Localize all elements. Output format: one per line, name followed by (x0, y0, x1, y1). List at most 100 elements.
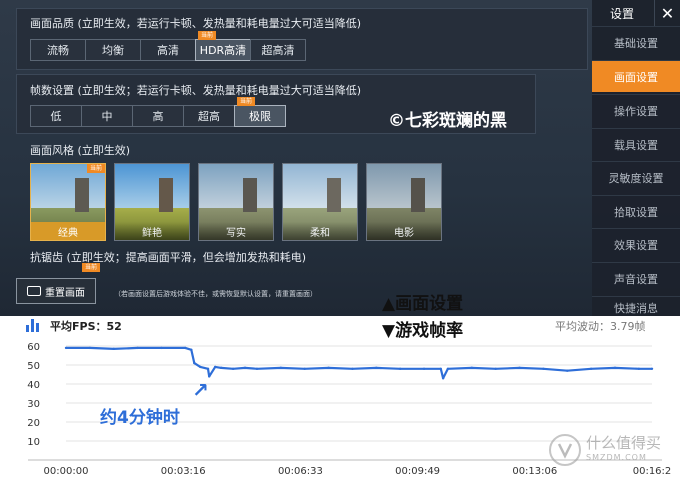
sidebar-item-controls[interactable]: 操作设置 (592, 94, 680, 126)
framerate-label: 帧数设置 (立即生效；若运行卡顿、发热量和耗电量过大可适当降低) (30, 84, 362, 97)
fps-data-point (439, 367, 442, 370)
y-tick-label: 60 (27, 342, 40, 353)
game-settings-screen: 画面品质 (立即生效，若运行卡顿、发热量和耗电量过大可适当降低) 流畅 均衡 高… (0, 0, 680, 316)
framerate-option-ultra[interactable]: 超高 (183, 105, 235, 127)
style-label-film: 电影 (367, 222, 441, 240)
fps-data-point (441, 377, 445, 380)
fps-data-point (566, 369, 569, 372)
x-tick-label: 00:06:33 (278, 466, 323, 477)
thumb-tower (159, 178, 173, 212)
thumb-sky (367, 164, 441, 209)
style-option-realistic[interactable]: 写实 (198, 163, 274, 241)
fps-data-point (160, 346, 163, 350)
thumb-tower (411, 178, 425, 212)
quality-option-balanced[interactable]: 均衡 (85, 39, 141, 61)
fps-data-point (303, 367, 306, 370)
fps-series-line (66, 346, 652, 380)
style-option-classic[interactable]: 当前 经典 (30, 163, 106, 241)
fps-data-point (193, 361, 196, 365)
style-option-film[interactable]: 电影 (366, 163, 442, 241)
author-watermark: ©七彩斑斓的黑 (388, 111, 507, 131)
fps-data-point (542, 367, 545, 370)
style-option-vivid[interactable]: 鲜艳 (114, 163, 190, 241)
y-tick-label: 10 (27, 437, 40, 448)
fps-data-point (213, 365, 217, 369)
framerate-selector: 低 中 高 超高 当前 极限 (30, 97, 286, 127)
sidebar-title: 设置 (609, 6, 634, 21)
annotation-4min: 约4分钟时 (100, 408, 180, 428)
smzdm-logo-icon (549, 434, 581, 466)
framerate-option-extreme[interactable]: 当前 极限 (234, 97, 286, 127)
style-label-soft: 柔和 (283, 222, 357, 240)
reset-icon (27, 286, 41, 296)
quality-option-hdr[interactable]: 当前 HDR高清 (195, 31, 251, 61)
thumb-tower (243, 178, 257, 212)
thumb-tower (327, 178, 341, 212)
reset-note: （若画面设置后游戏体验不佳，或需恢复默认设置，请重置画面） (114, 290, 317, 298)
fps-data-point (231, 367, 235, 370)
caption-graphics-settings: ▲画面设置 (382, 294, 464, 314)
fps-data-point (279, 366, 283, 370)
sidebar-item-vehicle[interactable]: 载具设置 (592, 128, 680, 160)
fps-data-point (446, 367, 450, 370)
fps-series-points (64, 346, 654, 380)
fps-data-point (351, 367, 354, 370)
annotation-arrow: ↗ (192, 378, 209, 402)
framerate-option-high[interactable]: 高 (132, 105, 184, 127)
quality-option-uhd[interactable]: 超高清 (250, 39, 306, 61)
fps-data-point (589, 367, 593, 370)
sidebar-item-pickup[interactable]: 拾取设置 (592, 195, 680, 227)
sidebar-item-effects[interactable]: 效果设置 (592, 228, 680, 260)
settings-sidebar: 设置 ✕ 基础设置 画面设置 操作设置 载具设置 灵敏度设置 拾取设置 效果设置… (592, 0, 680, 316)
y-tick-label: 30 (27, 399, 40, 410)
fps-data-point (518, 366, 521, 370)
y-axis-ticks: 10 20 30 40 50 60 (27, 342, 40, 448)
fps-data-point (255, 367, 259, 370)
y-tick-label: 40 (27, 380, 40, 391)
fps-data-point (327, 366, 330, 370)
quality-option-smooth[interactable]: 流畅 (30, 39, 86, 61)
fps-data-point (494, 367, 497, 370)
fps-data-point (88, 346, 92, 350)
antialias-label: 抗锯齿 (立即生效；提高画面平滑，但会增加发热和耗电) (30, 251, 307, 264)
sidebar-item-graphics[interactable]: 画面设置 (592, 60, 680, 92)
thumb-sky (283, 164, 357, 209)
fps-data-point (422, 367, 426, 370)
framerate-option-low[interactable]: 低 (30, 105, 82, 127)
quality-option-hd[interactable]: 高清 (140, 39, 196, 61)
quality-label: 画面品质 (立即生效，若运行卡顿、发热量和耗电量过大可适当降低) (30, 17, 362, 30)
fps-data-point (470, 366, 473, 370)
reset-graphics-button[interactable]: 重置画面 (16, 278, 96, 304)
y-tick-label: 20 (27, 418, 40, 429)
close-icon[interactable]: ✕ (654, 0, 680, 26)
fps-data-point (136, 346, 139, 350)
current-badge: 当前 (86, 164, 105, 173)
fps-data-point (190, 348, 193, 351)
current-badge: 当前 (82, 263, 101, 272)
sidebar-item-sensitivity[interactable]: 灵敏度设置 (592, 161, 680, 193)
fps-data-point (243, 366, 247, 370)
style-option-soft[interactable]: 柔和 (282, 163, 358, 241)
framerate-option-mid[interactable]: 中 (81, 105, 133, 127)
fps-data-point (184, 346, 187, 350)
y-tick-label: 50 (27, 361, 40, 372)
x-tick-label: 00:16:2 (633, 466, 672, 477)
sidebar-item-basic[interactable]: 基础设置 (592, 26, 680, 58)
current-badge: 当前 (198, 31, 217, 40)
smzdm-watermark: 什么值得买 SMZDM.COM (586, 434, 662, 462)
x-tick-label: 00:03:16 (161, 466, 206, 477)
fps-data-point (112, 347, 115, 351)
x-tick-label: 00:09:49 (395, 466, 440, 477)
style-label-realistic: 写实 (199, 222, 273, 240)
fps-data-point (613, 366, 617, 370)
fps-data-point (199, 365, 202, 369)
fps-data-point (637, 367, 641, 370)
fps-data-point (219, 366, 223, 370)
fps-data-point (375, 366, 378, 370)
sidebar-item-sound[interactable]: 声音设置 (592, 262, 680, 294)
fps-data-point (64, 346, 68, 350)
sidebar-item-quick-message[interactable]: 快捷消息 (592, 296, 680, 316)
fps-data-point (206, 367, 210, 370)
fps-data-point (398, 367, 402, 370)
style-label-classic: 经典 (31, 222, 105, 240)
